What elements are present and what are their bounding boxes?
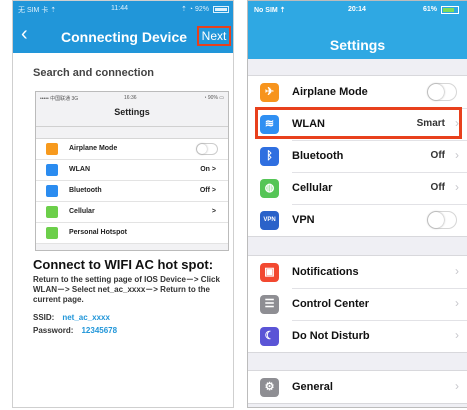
- airplane-mode-toggle[interactable]: [427, 83, 457, 101]
- settings-row-label: General: [292, 381, 333, 393]
- chevron-right-icon: ›: [455, 328, 459, 342]
- embedded-row-label: Personal Hotspot: [69, 229, 127, 236]
- chevron-right-icon: ›: [455, 296, 459, 310]
- airplane-icon: ✈: [260, 83, 279, 102]
- settings-row-label: Notifications: [292, 266, 359, 278]
- chevron-right-icon: ›: [455, 379, 459, 393]
- settings-row-label: Airplane Mode: [292, 86, 368, 98]
- chevron-right-icon: ›: [455, 148, 459, 162]
- settings-row-notifications[interactable]: ▣ Notifications ›: [248, 256, 467, 288]
- notifications-icon: ▣: [260, 263, 279, 282]
- embedded-row-label: WLAN: [69, 166, 90, 173]
- ssid-label: SSID:: [33, 313, 55, 322]
- page-title: Settings: [329, 37, 386, 53]
- section-title: Search and connection: [33, 67, 155, 79]
- embedded-row-value: On >: [200, 166, 216, 173]
- gear-icon: ⚙: [260, 378, 279, 397]
- carrier-label: 无 SIM 卡 ⇡: [18, 7, 57, 14]
- settings-row-label: Bluetooth: [292, 150, 344, 162]
- settings-header: No SIM ⇡ 20:14 61% Settings: [248, 1, 467, 59]
- embedded-row-label: Cellular: [69, 208, 95, 215]
- battery-percent: 61%: [422, 6, 437, 13]
- clock: 20:14: [348, 6, 366, 13]
- divider: [36, 126, 228, 127]
- embedded-row-airplane-mode: Airplane Mode: [36, 139, 228, 160]
- app-header: 无 SIM 卡 ⇡ 11:44 ⇡ ◔ 92% ‹ Connecting Dev…: [13, 1, 233, 53]
- next-button[interactable]: Next: [197, 26, 231, 46]
- embedded-title: Settings: [114, 107, 150, 117]
- settings-row-cellular[interactable]: ◍ Cellular Off ›: [248, 172, 467, 204]
- settings-row-label: Control Center: [292, 298, 369, 310]
- settings-row-do-not-disturb[interactable]: ☾ Do Not Disturb ›: [248, 320, 467, 352]
- settings-row-label: VPN: [292, 214, 315, 226]
- battery-icon: [441, 6, 459, 14]
- embedded-wlan-icon: [46, 164, 58, 176]
- ssid-line: SSID: net_ac_xxxx: [33, 313, 110, 322]
- settings-row-control-center[interactable]: ☰ Control Center ›: [248, 288, 467, 320]
- embedded-row-value: >: [211, 208, 216, 215]
- settings-group-system: ▣ Notifications › ☰ Control Center › ☾ Do Not D…: [248, 255, 467, 353]
- settings-group-connectivity: ✈ Airplane Mode ≋ WLAN Smart › ᛒ Bluetooth Off › ◍…: [248, 75, 467, 237]
- wlan-highlight: [255, 107, 462, 139]
- embedded-row-wlan: WLAN On >: [36, 160, 228, 181]
- bluetooth-icon: ᛒ: [260, 147, 279, 166]
- settings-row-bluetooth[interactable]: ᛒ Bluetooth Off ›: [248, 140, 467, 172]
- embedded-row-cellular: Cellular >: [36, 202, 228, 223]
- battery-icon: [213, 6, 229, 13]
- ssid-value: net_ac_xxxx: [62, 313, 110, 322]
- settings-row-value: Off: [430, 182, 445, 193]
- carrier-label: No SIM ⇡: [254, 7, 286, 14]
- embedded-carrier: ••••• 中国联通 3G: [40, 96, 79, 102]
- embedded-row-label: Bluetooth: [69, 187, 102, 194]
- status-indicators: ⇡ ◔ 92%: [181, 6, 209, 13]
- embedded-row-value: Off >: [199, 187, 216, 194]
- instruction-heading: Connect to WIFI AC hot spot:: [33, 257, 214, 272]
- password-value: 12345678: [81, 326, 118, 335]
- embedded-status-bar: ••••• 中国联通 3G 16:36 ◔ 90% ▭: [36, 92, 228, 104]
- connecting-device-screen: 无 SIM 卡 ⇡ 11:44 ⇡ ◔ 92% ‹ Connecting Dev…: [12, 0, 234, 408]
- embedded-bluetooth-icon: [46, 185, 58, 197]
- cellular-icon: ◍: [260, 179, 279, 198]
- embedded-settings-list: Airplane Mode WLAN On > Bluetooth Off > Cellu…: [36, 138, 228, 244]
- embedded-toggle: [196, 143, 218, 155]
- settings-group-general: ⚙ General ›: [248, 370, 467, 404]
- password-label: Password:: [33, 326, 74, 335]
- status-bar: No SIM ⇡ 20:14 61%: [248, 1, 467, 19]
- ios-settings-screen: No SIM ⇡ 20:14 61% Settings ✈ Airplane Mo…: [247, 0, 467, 408]
- settings-row-label: Cellular: [292, 182, 333, 194]
- moon-icon: ☾: [260, 327, 279, 346]
- ios-settings-illustration: ••••• 中国联通 3G 16:36 ◔ 90% ▭ Settings Air…: [35, 91, 229, 251]
- vpn-icon: VPN: [260, 211, 279, 230]
- password-line: Password: 12345678: [33, 326, 117, 335]
- embedded-row-personal-hotspot: Personal Hotspot: [36, 223, 228, 244]
- chevron-right-icon: ›: [455, 180, 459, 194]
- settings-row-value: Off: [430, 150, 445, 161]
- settings-row-airplane-mode[interactable]: ✈ Airplane Mode: [248, 76, 467, 108]
- embedded-battery: ◔ 90% ▭: [203, 95, 224, 101]
- embedded-row-label: Airplane Mode: [69, 145, 118, 152]
- embedded-personal-hotspot-icon: [46, 227, 58, 239]
- control-center-icon: ☰: [260, 295, 279, 314]
- chevron-right-icon: ›: [455, 264, 459, 278]
- instruction-text: Return to the setting page of IOS Device…: [33, 275, 220, 304]
- embedded-row-bluetooth: Bluetooth Off >: [36, 181, 228, 202]
- clock: 11:44: [111, 5, 128, 12]
- settings-row-general[interactable]: ⚙ General ›: [248, 371, 467, 403]
- settings-row-label: Do Not Disturb: [292, 330, 370, 342]
- embedded-clock: 16:36: [124, 95, 137, 101]
- embedded-cellular-icon: [46, 206, 58, 218]
- embedded-airplane-mode-icon: [46, 143, 58, 155]
- status-bar: 无 SIM 卡 ⇡ 11:44 ⇡ ◔ 92%: [13, 1, 233, 19]
- vpn-toggle[interactable]: [427, 211, 457, 229]
- settings-row-vpn[interactable]: VPN VPN: [248, 204, 467, 236]
